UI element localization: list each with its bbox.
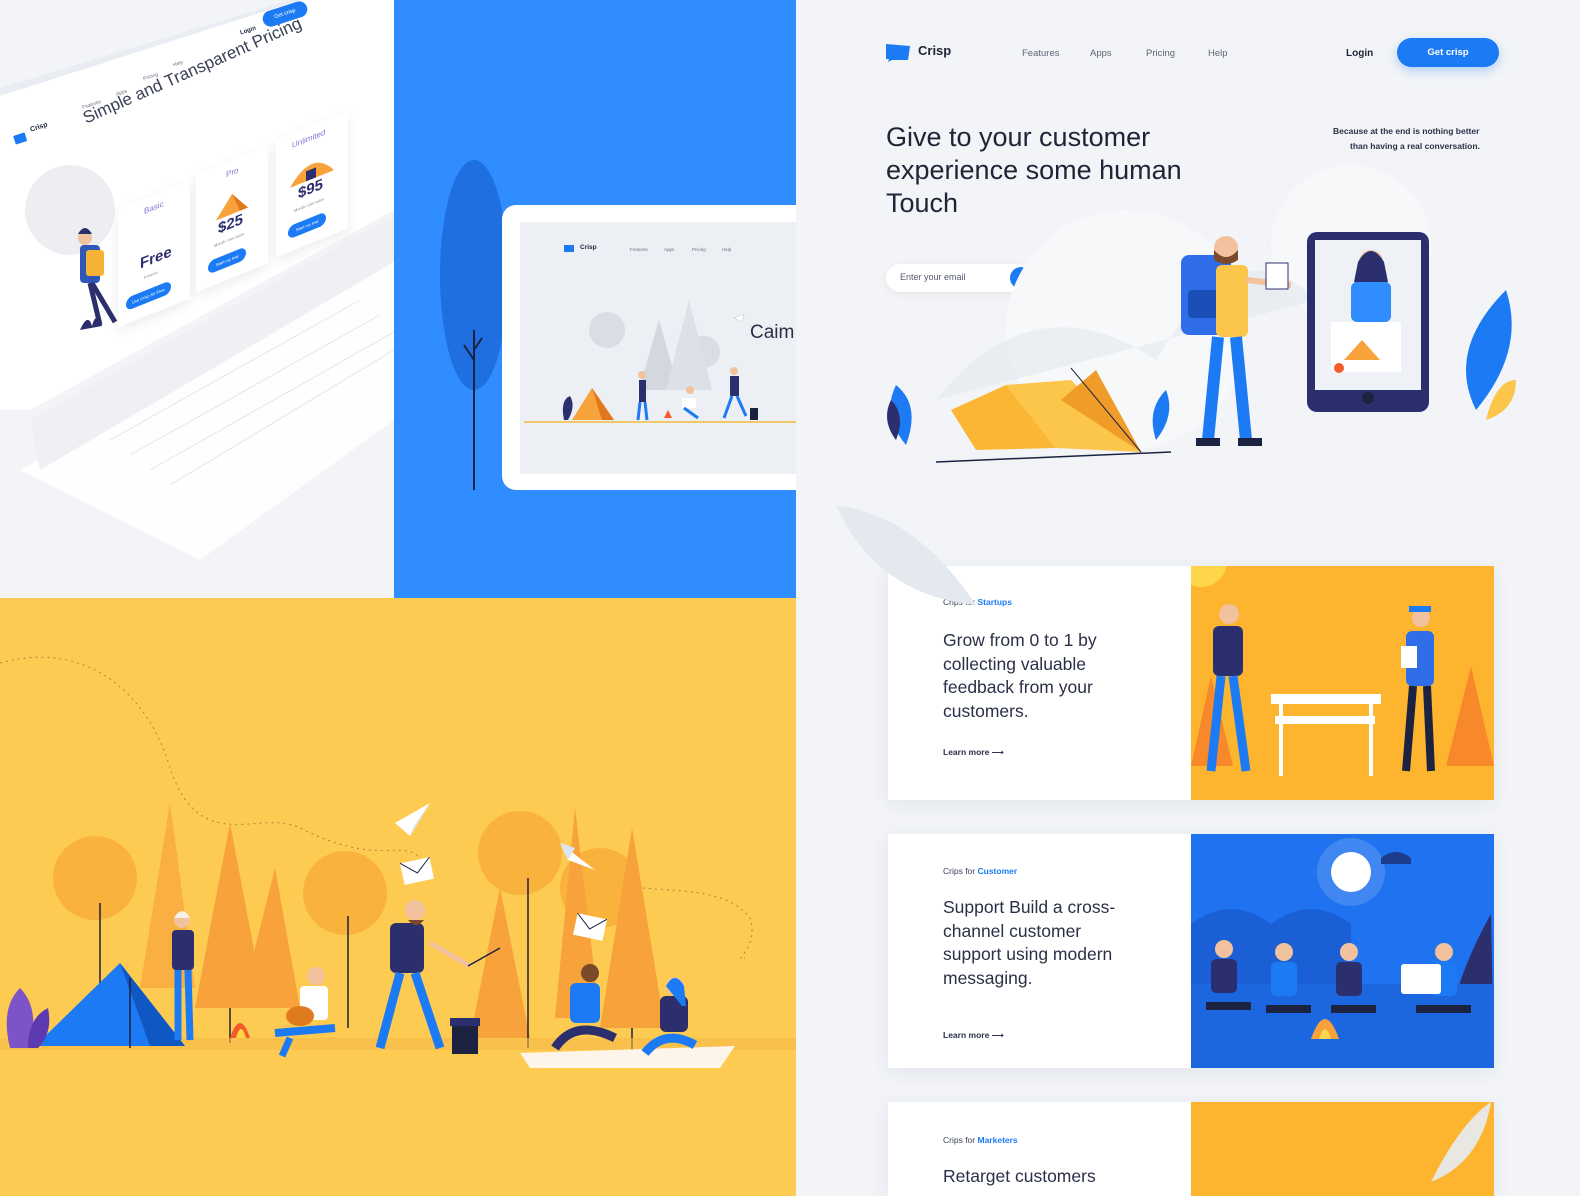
card-eyebrow: Crips for Marketers	[943, 1135, 1018, 1145]
tablet-headline-fragment: Caim	[750, 322, 795, 343]
login-link[interactable]: Login	[1346, 48, 1373, 59]
card-eyebrow-highlight: Marketers	[977, 1135, 1018, 1145]
laptop-illustration	[0, 0, 394, 560]
feature-card-customer: Crips for Customer Support Build a cross…	[888, 834, 1494, 1068]
tablet-illustration	[440, 160, 796, 490]
plan-button[interactable]: Start my trial	[288, 211, 327, 240]
card-body: Support Build a cross-channel customer s…	[943, 897, 1116, 988]
nav-help[interactable]: Help	[1208, 48, 1228, 59]
nav-pricing[interactable]: Pricing	[1146, 48, 1175, 59]
laptop-pricing-panel: Crisp Features Apps Pricing Help Login G…	[0, 0, 394, 598]
card-body: Grow from 0 to 1 by collecting valuable …	[943, 630, 1097, 721]
tablet-nav-apps[interactable]: Apps	[664, 247, 674, 252]
plan-button[interactable]: Use Crisp for Free	[126, 280, 171, 312]
learn-more-label: Learn more	[943, 747, 990, 757]
nav-apps[interactable]: Apps	[1090, 48, 1112, 59]
get-crisp-button[interactable]: Get crisp	[1397, 38, 1499, 67]
plan-name: Basic	[144, 199, 164, 217]
arrow-right-icon: ⟶	[991, 747, 1004, 757]
marketers-illustration	[1191, 1102, 1494, 1196]
camp-illustration-panel	[0, 598, 796, 1196]
tablet-preview-panel: Crisp Features Apps Pricing Help Caim	[394, 0, 796, 598]
card-eyebrow: Crips for Customer	[943, 866, 1017, 876]
card-eyebrow-prefix: Crips for	[943, 1135, 976, 1145]
hero-quote-line1: Because at the end is nothing better	[1333, 126, 1480, 136]
crisp-logo-icon	[886, 44, 910, 62]
leaf-decoration	[836, 505, 976, 605]
feature-card-marketers: Crips for Marketers Retarget customers	[888, 1102, 1494, 1196]
learn-more-label: Learn more	[943, 1030, 990, 1040]
hero-illustration	[887, 165, 1516, 463]
card-eyebrow-prefix: Crips for	[943, 866, 976, 876]
tablet-nav-help[interactable]: Help	[722, 247, 731, 252]
tablet-nav-pricing[interactable]: Pricing	[692, 247, 706, 252]
hero-title: Give to your customer experience some hu…	[886, 122, 1182, 218]
customer-illustration	[1191, 834, 1494, 1068]
learn-more-link[interactable]: Learn more ⟶	[943, 1030, 1004, 1041]
arrow-right-icon[interactable]: →	[1010, 267, 1032, 289]
plan-period: Forever	[144, 269, 158, 281]
tablet-nav-features[interactable]: Features	[630, 247, 648, 252]
startups-illustration	[1191, 566, 1494, 800]
card-body: Retarget customers	[943, 1166, 1096, 1186]
email-input[interactable]: Enter your email →	[886, 264, 1034, 292]
plan-button[interactable]: Start my trial	[208, 246, 247, 275]
brand-name[interactable]: Crisp	[918, 43, 951, 58]
email-placeholder: Enter your email	[900, 272, 966, 282]
hero-quote-line2: than having a real conversation.	[1350, 141, 1480, 151]
camp-scene	[0, 656, 796, 1068]
card-eyebrow-highlight: Customer	[977, 866, 1018, 876]
tablet-brand: Crisp	[580, 244, 597, 251]
nav-features[interactable]: Features	[1022, 48, 1060, 59]
crisp-landing-page: Crisp Features Apps Pricing Help Login G…	[796, 0, 1580, 1196]
learn-more-link[interactable]: Learn more ⟶	[943, 747, 1004, 758]
arrow-right-icon: ⟶	[991, 1030, 1004, 1040]
plan-price: Free	[140, 242, 172, 273]
